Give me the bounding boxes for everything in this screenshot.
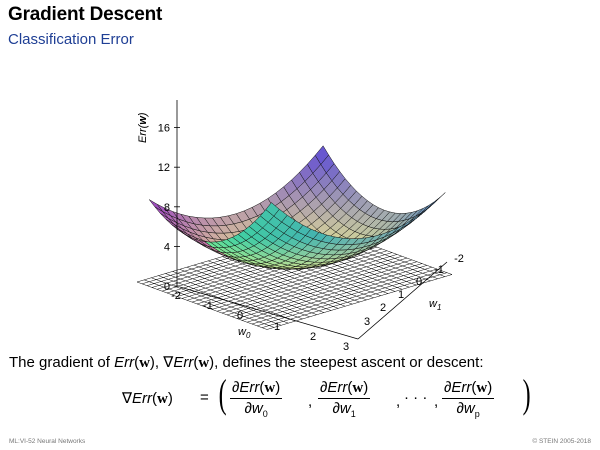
surface-patch [149, 199, 163, 212]
w0-tick-label: 0 [237, 310, 243, 322]
gradient-formula: ∇Err(w) = ( ∂Err(w) ∂w0 , ∂Err(w) ∂w1 , … [122, 371, 531, 419]
footer-copyright: © STEIN 2005-2018 [532, 438, 591, 445]
z-tick-label: 4 [164, 241, 170, 253]
z-tick-label: 12 [158, 162, 170, 174]
w1-axis-label: w1 [429, 298, 441, 312]
partial-w1: ∂Err(w) ∂w1 [318, 379, 371, 419]
w0-tick-label: 3 [343, 341, 349, 353]
w1-tick-label: 2 [380, 302, 386, 314]
gradient-sentence: The gradient of Err(w), ∇Err(w), defines… [9, 354, 484, 371]
partial-w0: ∂Err(w) ∂w0 [230, 379, 283, 419]
z-tick-label: 8 [164, 202, 170, 214]
footer-course: ML:VI-52 Neural Networks [9, 438, 86, 445]
partial-wp-visible: ∂Err(w) ∂wp [442, 379, 495, 419]
z-tick-label: 0 [164, 281, 170, 293]
z-tick-label: 16 [158, 123, 170, 135]
w0-tick-label: 2 [310, 331, 316, 343]
w0-tick-label: -2 [171, 290, 181, 302]
w0-axis-label: w0 [238, 326, 251, 340]
surface-mesh [136, 145, 453, 330]
w0-axis-line [179, 286, 359, 340]
z-axis-label: Err(w) [137, 112, 149, 143]
w1-tick-label: 3 [364, 316, 370, 328]
w1-tick-label: 1 [398, 289, 404, 301]
w1-tick-label: -2 [454, 253, 464, 265]
w0-tick-label: 1 [274, 321, 280, 333]
w0-tick-label: -1 [203, 300, 213, 312]
